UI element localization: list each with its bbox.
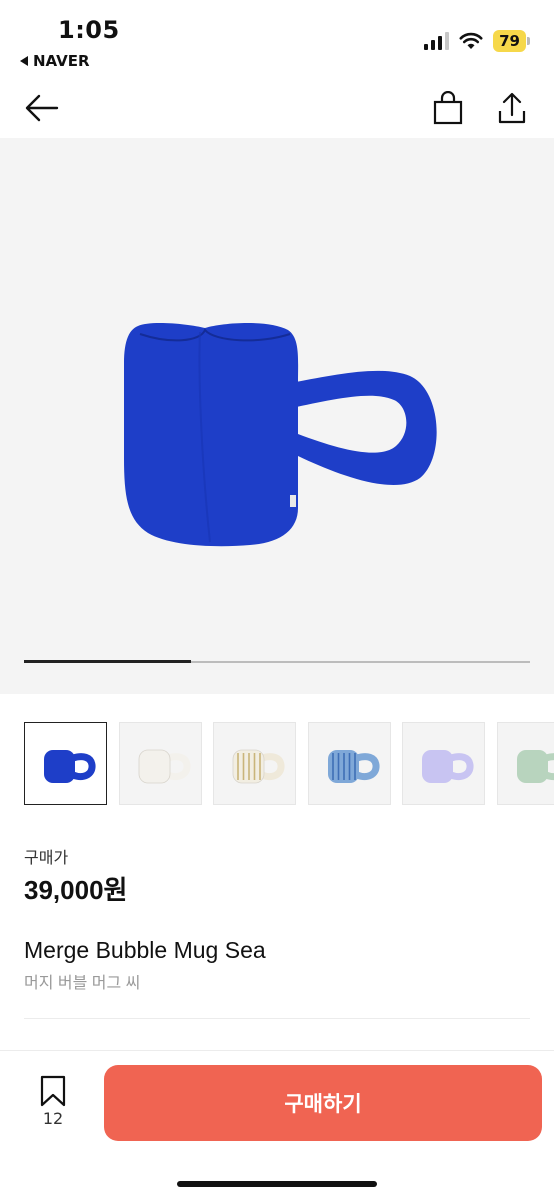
wifi-icon bbox=[459, 32, 483, 49]
status-time: 1:05 bbox=[58, 16, 120, 44]
status-indicators: 79 bbox=[424, 30, 530, 52]
section-divider bbox=[24, 1018, 530, 1019]
top-navigation bbox=[0, 76, 554, 138]
bottom-action-bar: 12 구매하기 bbox=[0, 1050, 554, 1200]
mug-thumbnail-image bbox=[138, 749, 191, 784]
product-title: Merge Bubble Mug Sea bbox=[24, 937, 266, 963]
product-image-gallery[interactable] bbox=[0, 138, 554, 694]
bookmark-button[interactable]: 12 bbox=[30, 1075, 76, 1131]
gallery-progress-fill bbox=[24, 660, 191, 663]
back-to-app-link[interactable]: NAVER bbox=[20, 52, 90, 70]
back-app-label: NAVER bbox=[33, 52, 90, 70]
bookmark-icon bbox=[40, 1075, 66, 1107]
shopping-bag-icon bbox=[433, 91, 463, 125]
mug-thumbnail-image bbox=[232, 749, 285, 784]
thumbnail-item[interactable] bbox=[307, 722, 391, 805]
price-value: 39,000원 bbox=[24, 875, 128, 905]
mug-thumbnail-image bbox=[44, 750, 96, 783]
thumbnail-item[interactable] bbox=[402, 722, 485, 805]
mug-thumbnail-image bbox=[327, 750, 380, 783]
thumbnail-strip[interactable] bbox=[24, 722, 554, 806]
buy-button[interactable]: 구매하기 bbox=[104, 1065, 542, 1141]
shopping-bag-button[interactable] bbox=[426, 86, 470, 130]
home-indicator bbox=[177, 1181, 377, 1187]
bookmark-count: 12 bbox=[42, 1109, 64, 1128]
share-icon bbox=[498, 92, 526, 124]
share-button[interactable] bbox=[490, 86, 534, 130]
product-image bbox=[124, 322, 437, 547]
arrow-left-icon bbox=[25, 94, 59, 122]
mug-thumbnail-image bbox=[516, 750, 554, 783]
thumbnail-item[interactable] bbox=[118, 722, 202, 805]
gallery-progress-track bbox=[24, 660, 530, 663]
back-button[interactable] bbox=[20, 86, 64, 130]
thumbnail-item[interactable] bbox=[213, 722, 296, 805]
cellular-signal-icon bbox=[424, 32, 450, 50]
status-bar: 1:05 NAVER 79 bbox=[0, 0, 554, 76]
product-subtitle: 머지 버블 머그 씨 bbox=[24, 975, 141, 992]
mug-thumbnail-image bbox=[422, 750, 474, 783]
thumbnail-item[interactable] bbox=[496, 722, 554, 805]
price-label: 구매가 bbox=[24, 850, 69, 867]
back-triangle-icon bbox=[20, 56, 28, 66]
thumbnail-item[interactable] bbox=[24, 722, 107, 805]
battery-indicator: 79 bbox=[493, 30, 530, 52]
